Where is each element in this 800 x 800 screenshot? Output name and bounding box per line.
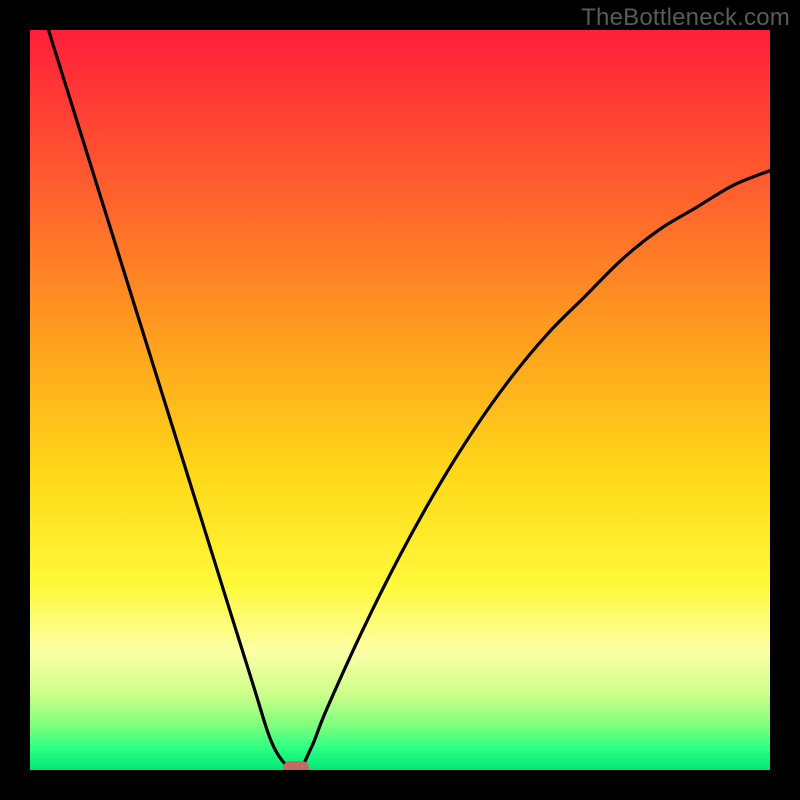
optimum-marker bbox=[283, 761, 309, 770]
attribution-label: TheBottleneck.com bbox=[581, 4, 790, 32]
chart-frame: TheBottleneck.com bbox=[0, 0, 800, 800]
plot-area bbox=[30, 30, 770, 770]
bottleneck-curve bbox=[30, 30, 770, 770]
